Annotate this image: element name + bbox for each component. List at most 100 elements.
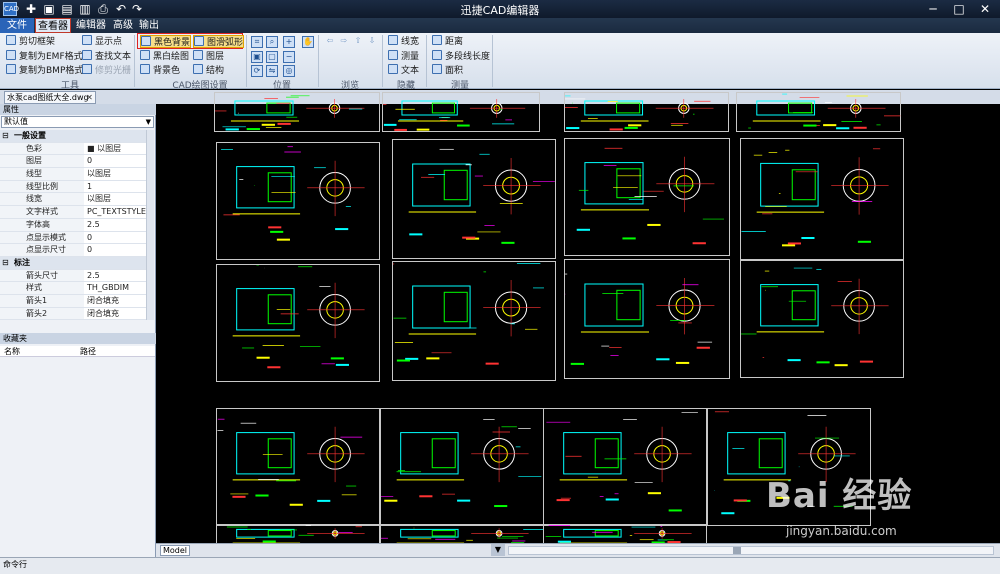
properties-scrollbar[interactable] — [146, 130, 154, 320]
polyline-length-button[interactable]: 多段线长度 — [432, 50, 490, 63]
copy-bmp-button[interactable]: 复制为BMP格式 — [6, 64, 83, 77]
property-value[interactable]: 1 — [84, 181, 146, 194]
text-button[interactable]: 文本 — [388, 64, 419, 77]
zoom-extents-icon[interactable]: ⌕ — [266, 36, 278, 48]
layers-button[interactable]: 图层 — [193, 50, 224, 63]
scrollbar-thumb[interactable] — [733, 547, 741, 554]
rotate-icon[interactable]: ⟳ — [251, 65, 263, 77]
copy-emf-button[interactable]: 复制为EMF格式 — [6, 50, 83, 63]
menu-editor[interactable]: 编辑器 — [72, 18, 110, 33]
property-value[interactable]: 闭合填充 — [84, 295, 146, 308]
find-text-button[interactable]: 查找文本 — [82, 50, 131, 63]
watermark-url: jingyan.baidu.com — [786, 524, 897, 538]
property-value[interactable]: 0 — [84, 244, 146, 257]
property-row[interactable]: 线宽 以图层 — [0, 193, 146, 207]
forward-arrow-icon[interactable]: ⇨ — [338, 36, 350, 48]
property-row[interactable]: 字体高 2.5 — [0, 218, 146, 232]
document-tab-label: 水泵cad图纸大全.dwg — [7, 93, 89, 102]
cad-entity — [556, 499, 570, 502]
property-value[interactable]: PC_TEXTSTYLE — [84, 206, 146, 219]
property-value[interactable]: ■ 以图层 — [84, 143, 146, 156]
property-row[interactable]: 箭头尺寸 2.5 — [0, 269, 146, 283]
palette-icon — [140, 64, 150, 74]
mirror-icon[interactable]: ⇋ — [266, 65, 278, 77]
collapse-toggle-icon[interactable]: ⊟ — [2, 130, 9, 143]
pan-hand-icon[interactable]: ✋ — [302, 36, 314, 48]
background-color-button[interactable]: 背景色 — [140, 64, 180, 77]
maximize-icon[interactable]: □ — [946, 0, 972, 18]
area-button[interactable]: 面积 — [432, 64, 463, 77]
down-arrow-icon[interactable]: ⇩ — [366, 36, 378, 48]
structure-button[interactable]: 结构 — [193, 64, 224, 77]
cad-entity — [594, 530, 619, 537]
save-as-icon[interactable]: ▥ — [78, 2, 92, 16]
print-icon[interactable]: ⎙ — [96, 2, 110, 16]
open-folder-icon[interactable]: ▣ — [42, 2, 56, 16]
minimize-icon[interactable]: ─ — [920, 0, 946, 18]
drawing-sheet — [382, 92, 540, 132]
black-white-button[interactable]: 黑白绘图 — [140, 50, 189, 63]
menu-viewer[interactable]: 查看器 — [35, 18, 71, 33]
smooth-arc-button[interactable]: 图滑弧形 — [193, 35, 245, 48]
close-tab-icon[interactable]: ✕ — [85, 93, 94, 102]
up-arrow-icon[interactable]: ⇧ — [352, 36, 364, 48]
menu-output[interactable]: 输出 — [136, 18, 162, 33]
command-line[interactable]: 命令行 — [0, 557, 1000, 574]
property-row[interactable]: 文字样式 PC_TEXTSTYLE — [0, 206, 146, 219]
property-row[interactable]: 线型比例 1 — [0, 180, 146, 194]
line-width-button[interactable]: 线宽 — [388, 35, 419, 48]
fit-window-icon[interactable]: ▣ — [251, 51, 263, 63]
property-value[interactable]: 以图层 — [84, 168, 146, 181]
zoom-previous-icon[interactable]: ◎ — [283, 65, 295, 77]
layers-icon — [193, 50, 203, 60]
property-row[interactable]: 点显示模式 0 — [0, 231, 146, 245]
measure-button[interactable]: 测量 — [388, 50, 419, 63]
property-value[interactable]: 2.5 — [84, 270, 146, 283]
document-tab[interactable]: 水泵cad图纸大全.dwg ✕ — [4, 91, 96, 104]
property-value[interactable]: 闭合填充 — [84, 308, 146, 321]
undo-icon[interactable]: ↶ — [114, 2, 128, 16]
distance-button[interactable]: 距离 — [432, 35, 463, 48]
chevron-down-icon[interactable]: ▼ — [491, 544, 505, 556]
property-value[interactable]: TH_GBDIM — [84, 282, 146, 295]
ruler-icon — [432, 35, 442, 45]
property-row[interactable]: 箭头1 闭合填充 — [0, 294, 146, 308]
black-background-button[interactable]: 黑色背景 — [140, 35, 192, 48]
cad-entity — [443, 291, 468, 323]
property-row[interactable]: 线型 以图层 — [0, 168, 146, 181]
property-row[interactable]: 图层 0 — [0, 155, 146, 169]
menu-advanced[interactable]: 高级 — [110, 18, 136, 33]
cad-entity — [268, 226, 282, 229]
back-arrow-icon[interactable]: ⇦ — [324, 36, 336, 48]
text-label: 文本 — [401, 66, 420, 76]
zoom-out-icon[interactable]: − — [283, 51, 295, 63]
watermark-logo-text: Bai 经验 — [766, 476, 913, 516]
search-icon — [82, 50, 92, 60]
property-value[interactable]: 0 — [84, 232, 146, 245]
save-icon[interactable]: ▤ — [60, 2, 74, 16]
new-file-icon[interactable]: ✚ — [24, 2, 38, 16]
collapse-toggle-icon[interactable]: ⊟ — [2, 257, 9, 270]
redo-icon[interactable]: ↷ — [130, 2, 144, 16]
property-value[interactable]: 2.5 — [84, 219, 146, 232]
menu-file[interactable]: 文件 — [0, 18, 34, 33]
cad-entity — [416, 128, 430, 131]
property-row[interactable]: 样式 TH_GBDIM — [0, 282, 146, 295]
zoom-in-icon[interactable]: + — [283, 36, 295, 48]
property-category[interactable]: ⊟ 标注 — [0, 256, 146, 270]
property-category[interactable]: ⊟ 一般设置 — [0, 130, 146, 143]
close-icon[interactable]: ✕ — [972, 0, 998, 18]
trim-raster-button[interactable]: 修剪光栅 — [82, 64, 131, 77]
clip-frame-button[interactable]: 剪切框架 — [6, 35, 55, 48]
property-value[interactable]: 0 — [84, 155, 146, 168]
property-value[interactable]: 以图层 — [84, 193, 146, 206]
property-row[interactable]: 点显示尺寸 0 — [0, 244, 146, 257]
fit-page-icon[interactable]: ▢ — [266, 51, 278, 63]
properties-selector[interactable]: 默认值 ▼ — [1, 116, 154, 128]
property-row[interactable]: 箭头2 闭合填充 — [0, 307, 146, 321]
zoom-window-icon[interactable]: ⌗ — [251, 36, 263, 48]
show-points-button[interactable]: 显示点 — [82, 35, 122, 48]
property-row[interactable]: 色彩 ■ 以图层 — [0, 142, 146, 156]
model-tab[interactable]: Model — [160, 545, 190, 556]
pump-drawing — [381, 419, 542, 508]
